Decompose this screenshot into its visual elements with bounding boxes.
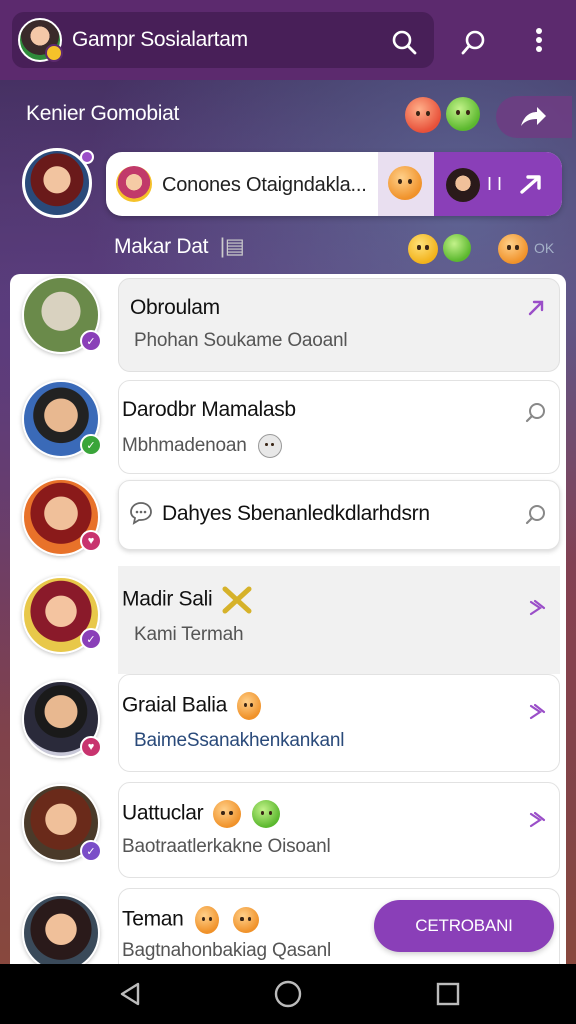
chat-name: Uattuclar xyxy=(122,800,281,828)
chat-bubble-icon xyxy=(130,502,152,525)
thinking-face-emoji-icon xyxy=(388,166,422,200)
chat-card[interactable] xyxy=(118,674,560,772)
chat-row[interactable]: ✓ Darodbr Mamalasb Mbhmadenoan xyxy=(10,378,566,478)
app-title: Gampr Sosialartam xyxy=(72,28,248,51)
smile-emoji-icon xyxy=(257,434,282,458)
section-subtitle: Makar Dat |▤ xyxy=(114,234,245,259)
chat-preview: Kami Termah xyxy=(134,624,244,645)
hand-emoji-icon xyxy=(195,906,220,934)
chat-name: Madir Sali xyxy=(122,586,252,614)
subtitle-text: Makar Dat xyxy=(114,235,209,258)
chat-name: Darodbr Mamalasb xyxy=(122,398,296,421)
chat-preview: Phohan Soukame Oaoanl xyxy=(134,330,348,351)
chat-row[interactable]: ✓ Uattuclar Baotraatlerkakne Oisoanl xyxy=(10,780,566,884)
chat-badge-icon: ✓ xyxy=(80,840,102,862)
action-label: I I xyxy=(487,174,503,194)
chat-name-text: Teman xyxy=(122,907,184,931)
chat-card[interactable] xyxy=(118,566,560,674)
chat-preview-text: Mbhmadenoan xyxy=(122,435,247,457)
chat-preview: Baotraatlerkakne Oisoanl xyxy=(122,836,331,857)
chat-preview: BaimeSsanakhenkankanl xyxy=(134,730,345,751)
chat-name-text: Uattuclar xyxy=(122,801,204,825)
tongue-face-emoji-icon[interactable] xyxy=(498,234,528,264)
chat-search-icon[interactable] xyxy=(453,22,493,62)
chat-name: Obroulam xyxy=(130,296,220,319)
hand-emoji-icon xyxy=(236,692,261,720)
profile-avatar[interactable] xyxy=(18,18,63,62)
ok-label[interactable]: OK xyxy=(534,240,554,256)
primary-action-button[interactable]: CETROBANI xyxy=(374,900,554,952)
kiss-face-emoji-icon xyxy=(212,800,241,828)
chat-badge-icon: ♥ xyxy=(80,736,102,758)
smile-face-emoji-icon xyxy=(232,907,259,933)
chat-name: Dahyes Sbenanledkdlarhdsrn xyxy=(162,502,430,525)
chat-name-text: Graial Balia xyxy=(122,693,227,717)
chat-row[interactable]: ✓ Madir Sali Kami Termah xyxy=(10,566,566,674)
chat-badge-icon: ✓ xyxy=(80,628,102,650)
grin-face-emoji-icon[interactable] xyxy=(446,97,480,131)
chat-avatar xyxy=(22,894,100,972)
reaction-area[interactable] xyxy=(378,152,434,216)
chevron-right-icon[interactable] xyxy=(524,596,548,620)
chat-name: Teman xyxy=(122,906,259,934)
share-button[interactable] xyxy=(496,96,572,138)
chat-row[interactable]: ✓ Obroulam Phohan Soukame Oaoanl xyxy=(10,276,566,376)
section-title: Kenier Gomobiat xyxy=(26,102,180,125)
chat-preview: Mbhmadenoan xyxy=(122,434,282,458)
recents-icon[interactable] xyxy=(432,978,464,1010)
chevron-right-icon[interactable] xyxy=(524,808,548,832)
arrow-icon[interactable] xyxy=(524,296,548,320)
chevron-right-icon[interactable] xyxy=(524,700,548,724)
action-avatar xyxy=(446,168,480,202)
featured-sender-avatar xyxy=(116,166,152,202)
chat-badge-icon: ♥ xyxy=(80,530,102,552)
hug-face-emoji-icon xyxy=(252,800,281,828)
share-icon xyxy=(521,107,546,126)
send-arrow-icon[interactable] xyxy=(518,172,544,196)
crossed-swords-icon xyxy=(222,586,252,614)
search-chat-icon[interactable] xyxy=(524,502,548,526)
system-nav-bar xyxy=(0,964,576,1024)
chat-badge-icon: ✓ xyxy=(80,434,102,456)
featured-message-text: Conones Otaigndakla... xyxy=(162,174,367,196)
chat-name: Graial Balia xyxy=(122,692,261,720)
home-icon[interactable] xyxy=(272,978,304,1010)
chat-card[interactable] xyxy=(118,278,560,372)
chat-badge-icon: ✓ xyxy=(80,330,102,352)
search-chat-icon[interactable] xyxy=(524,400,548,424)
edit-icon[interactable]: |▤ xyxy=(220,235,245,258)
chat-row[interactable]: ♥ Dahyes Sbenanledkdlarhdsrn xyxy=(10,478,566,566)
chat-name-text: Madir Sali xyxy=(122,587,213,611)
smile-emoji-icon[interactable] xyxy=(408,234,438,264)
back-icon[interactable] xyxy=(114,978,146,1010)
more-vert-icon[interactable] xyxy=(519,20,559,60)
earth-emoji-icon[interactable] xyxy=(443,234,471,262)
love-face-emoji-icon[interactable] xyxy=(405,97,441,133)
chat-preview: Bagtnahonbakiag Qasanl xyxy=(122,940,331,961)
chat-row[interactable]: ♥ Graial Balia BaimeSsanakhenkankanl xyxy=(10,674,566,778)
chat-card[interactable] xyxy=(118,380,560,474)
search-icon[interactable] xyxy=(384,22,424,62)
story-status-dot xyxy=(80,150,94,164)
chat-card[interactable] xyxy=(118,782,560,878)
